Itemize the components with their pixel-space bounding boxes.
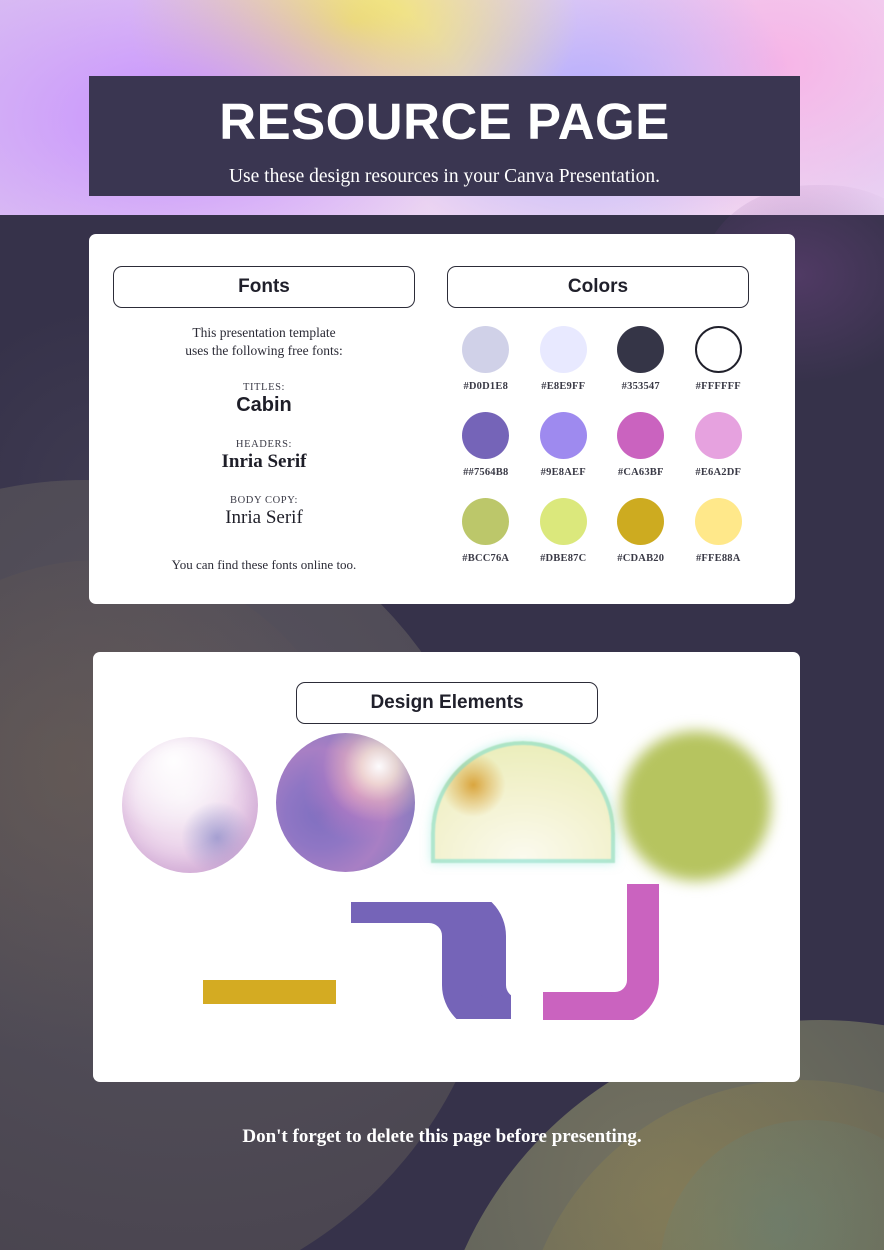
purple-zigzag xyxy=(351,902,511,1019)
fonts-pill-label: Fonts xyxy=(238,276,290,297)
resources-card: Fonts This presentation template uses th… xyxy=(89,234,795,604)
font-group-body-name: Inria Serif xyxy=(225,506,303,528)
color-swatch: #CDAB20 xyxy=(602,498,680,564)
color-swatch-dot xyxy=(539,412,587,459)
color-swatch: #DBE87C xyxy=(525,498,603,564)
color-swatch: #E8E9FF xyxy=(525,326,603,392)
page-header: RESOURCE PAGE Use these design resources… xyxy=(89,76,800,196)
fonts-outro: You can find these fonts online too. xyxy=(171,556,357,572)
pearl-pink-sphere xyxy=(122,737,258,873)
color-swatch-code: #353547 xyxy=(621,381,660,392)
color-swatch-dot xyxy=(539,326,587,373)
color-swatch-code: #BCC76A xyxy=(462,553,510,564)
font-group-titles: TITLES: Cabin xyxy=(113,382,415,417)
color-swatch: #CA63BF xyxy=(602,412,680,478)
blurred-green-circle xyxy=(621,731,771,881)
pale-yellow-dome xyxy=(431,741,615,863)
color-swatch: #FFE88A xyxy=(680,498,758,564)
yellow-bar xyxy=(203,980,336,1004)
footer-note: Don't forget to delete this page before … xyxy=(242,1126,642,1147)
color-swatch-code: #CDAB20 xyxy=(617,553,665,564)
design-elements-section-header: Design Elements xyxy=(296,682,598,724)
design-elements-pill-label: Design Elements xyxy=(370,692,524,713)
fonts-intro-line2: uses the following free fonts: xyxy=(185,342,343,358)
font-group-headers: HEADERS: Inria Serif xyxy=(113,439,415,473)
page-title: RESOURCE PAGE xyxy=(219,93,670,150)
colors-pill-label: Colors xyxy=(567,276,629,297)
design-shapes-row-top xyxy=(93,731,800,902)
color-swatch-grid: #D0D1E8 #E8E9FF #353547 #FFFFFF ##7564B8 #9E8… xyxy=(447,326,757,564)
colors-section-header: Colors xyxy=(447,266,749,308)
fonts-content: This presentation template uses the foll… xyxy=(113,324,415,573)
color-swatch-dot xyxy=(694,498,742,545)
color-swatch-code: #FFE88A xyxy=(695,553,741,564)
font-group-headers-name: Inria Serif xyxy=(221,450,307,472)
color-swatch: #353547 xyxy=(602,326,680,392)
color-swatch-code: #E6A2DF xyxy=(695,467,742,478)
fonts-section-header: Fonts xyxy=(113,266,415,308)
fonts-intro: This presentation template uses the foll… xyxy=(113,324,415,360)
font-group-titles-label: TITLES: xyxy=(242,381,286,393)
color-swatch-dot xyxy=(617,498,665,545)
color-swatch-code: #D0D1E8 xyxy=(463,381,509,392)
color-swatch-code: #9E8AEF xyxy=(540,467,586,478)
color-swatch: ##7564B8 xyxy=(447,412,525,478)
color-swatch-dot xyxy=(694,412,742,459)
design-shapes-row-bottom xyxy=(93,884,800,1042)
color-swatch-code: #CA63BF xyxy=(617,467,664,478)
fonts-intro-line1: This presentation template xyxy=(192,325,336,340)
page-subtitle: Use these design resources in your Canva… xyxy=(228,166,661,187)
color-swatch: #E6A2DF xyxy=(680,412,758,478)
color-swatch: #BCC76A xyxy=(447,498,525,564)
font-group-headers-label: HEADERS: xyxy=(235,438,293,450)
color-swatch-code: #DBE87C xyxy=(540,553,587,564)
violet-gradient-sphere xyxy=(276,733,415,872)
color-swatch-dot xyxy=(539,498,587,545)
design-elements-card: Design Elements xyxy=(93,652,800,1082)
color-swatch-dot xyxy=(462,412,510,459)
font-group-body: BODY COPY: Inria Serif xyxy=(113,495,415,529)
color-swatch-dot xyxy=(462,498,510,545)
font-group-titles-name: Cabin xyxy=(236,393,292,416)
color-swatch-dot xyxy=(617,412,665,459)
color-swatch-code: #FFFFFF xyxy=(695,381,741,392)
color-swatch-dot xyxy=(617,326,665,373)
color-swatch: #FFFFFF xyxy=(680,326,758,392)
color-swatch: #9E8AEF xyxy=(525,412,603,478)
color-swatch-dot xyxy=(462,326,510,373)
color-swatch-code: ##7564B8 xyxy=(463,467,509,478)
color-swatch: #D0D1E8 xyxy=(447,326,525,392)
color-swatch-dot xyxy=(694,326,742,373)
color-swatch-code: #E8E9FF xyxy=(541,381,586,392)
font-group-body-label: BODY COPY: xyxy=(230,494,298,506)
pink-elbow xyxy=(543,884,659,1020)
